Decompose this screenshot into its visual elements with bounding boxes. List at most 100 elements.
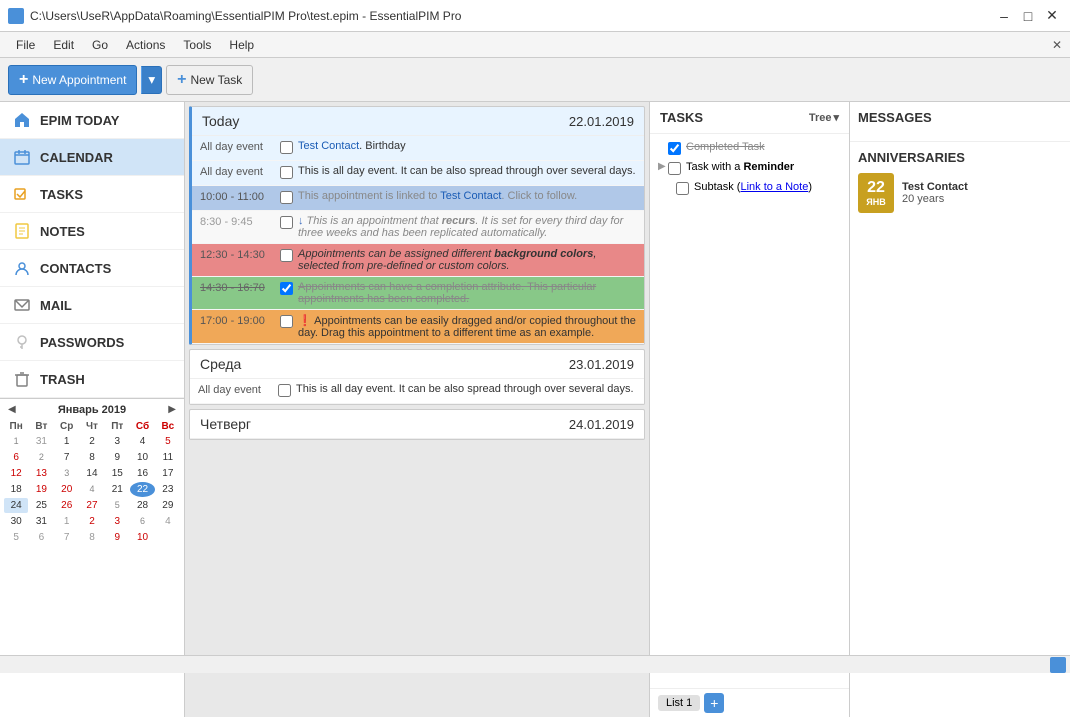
event-check-allday2[interactable] bbox=[280, 164, 298, 182]
mini-cal-day-jan1[interactable]: 1 bbox=[55, 434, 79, 449]
menu-tools[interactable]: Tools bbox=[175, 36, 219, 54]
menu-actions[interactable]: Actions bbox=[118, 36, 173, 54]
test-contact-link-birthday[interactable]: Test Contact bbox=[298, 140, 359, 152]
note-link[interactable]: Link to a Note bbox=[740, 181, 808, 193]
mini-cal-day-feb9[interactable]: 9 bbox=[105, 530, 129, 545]
event-check-bg[interactable] bbox=[280, 247, 298, 265]
event-linked[interactable]: 10:00 - 11:00 This appointment is linked… bbox=[192, 186, 644, 211]
mini-cal-day-jan22[interactable]: 22 bbox=[130, 482, 154, 497]
checkbox-linked[interactable] bbox=[280, 191, 293, 204]
mini-cal-day-jan2[interactable]: 2 bbox=[80, 434, 104, 449]
sidebar-item-notes[interactable]: NOTES bbox=[0, 213, 184, 250]
sidebar-item-passwords[interactable]: PASSWORDS bbox=[0, 324, 184, 361]
mini-cal-next[interactable]: ▶ bbox=[164, 403, 180, 416]
mini-cal-day-jan31[interactable]: 31 bbox=[29, 514, 53, 529]
mini-cal-day-jan24[interactable]: 24 bbox=[4, 498, 28, 513]
mini-cal-day-jan20[interactable]: 20 bbox=[55, 482, 79, 497]
mini-cal-day-feb5[interactable]: 5 bbox=[4, 530, 28, 545]
event-check-linked[interactable] bbox=[280, 189, 298, 207]
sidebar-item-contacts[interactable]: CONTACTS bbox=[0, 250, 184, 287]
maximize-button[interactable]: □ bbox=[1018, 6, 1038, 26]
mini-cal-day-jan16[interactable]: 16 bbox=[130, 466, 154, 481]
mini-cal-prev[interactable]: ◀ bbox=[4, 403, 20, 416]
task-reminder[interactable]: ▶ Task with a Reminder bbox=[650, 158, 849, 178]
minimize-button[interactable]: – bbox=[994, 6, 1014, 26]
menubar-close[interactable]: ✕ bbox=[1052, 38, 1062, 52]
mini-cal-day-jan6[interactable]: 6 bbox=[4, 450, 28, 465]
mini-cal-day-feb2[interactable]: 2 bbox=[80, 514, 104, 529]
mini-cal-day-jan5[interactable]: 5 bbox=[156, 434, 180, 449]
event-allday2[interactable]: All day event This is all day event. It … bbox=[192, 161, 644, 186]
mini-cal-day-jan12[interactable]: 12 bbox=[4, 466, 28, 481]
mini-cal-day-jan18[interactable]: 18 bbox=[4, 482, 28, 497]
checkbox-bg[interactable] bbox=[280, 249, 293, 262]
mini-cal-day-jan30[interactable]: 30 bbox=[4, 514, 28, 529]
add-list-button[interactable]: + bbox=[704, 693, 724, 713]
event-bg-colors[interactable]: 12:30 - 14:30 Appointments can be assign… bbox=[192, 244, 644, 277]
mini-cal-day-jan25[interactable]: 25 bbox=[29, 498, 53, 513]
mini-cal-day-jan27[interactable]: 27 bbox=[80, 498, 104, 513]
new-appointment-button[interactable]: + New Appointment bbox=[8, 65, 137, 95]
menu-go[interactable]: Go bbox=[84, 36, 116, 54]
mini-cal-day-feb3[interactable]: 3 bbox=[105, 514, 129, 529]
close-button[interactable]: ✕ bbox=[1042, 6, 1062, 26]
sidebar-item-trash[interactable]: TRASH bbox=[0, 361, 184, 398]
task-check-completed[interactable] bbox=[668, 142, 681, 155]
list-tab[interactable]: List 1 bbox=[658, 695, 700, 711]
new-task-button[interactable]: + New Task bbox=[166, 65, 253, 95]
mini-cal-day-jan7[interactable]: 7 bbox=[55, 450, 79, 465]
checkbox-recurring[interactable] bbox=[280, 216, 293, 229]
event-birthday[interactable]: All day event Test Contact. Birthday bbox=[192, 136, 644, 161]
sidebar-item-epim-today[interactable]: EPIM TODAY bbox=[0, 102, 184, 139]
mini-cal-day-feb8[interactable]: 8 bbox=[80, 530, 104, 545]
event-wed-allday[interactable]: All day event This is all day event. It … bbox=[190, 379, 644, 404]
mini-cal-day-jan9[interactable]: 9 bbox=[105, 450, 129, 465]
menu-edit[interactable]: Edit bbox=[45, 36, 82, 54]
event-check-recurring[interactable] bbox=[280, 214, 298, 232]
mini-cal-day-jan19[interactable]: 19 bbox=[29, 482, 53, 497]
mini-cal-day-jan14[interactable]: 14 bbox=[80, 466, 104, 481]
mini-cal-day-jan21[interactable]: 21 bbox=[105, 482, 129, 497]
event-completed[interactable]: 14:30 - 16:70 Appointments can have a co… bbox=[192, 277, 644, 310]
checkbox-completed[interactable] bbox=[280, 282, 293, 295]
checkbox-wed-allday[interactable] bbox=[278, 384, 291, 397]
tasks-tree-btn[interactable]: Tree ▾ bbox=[809, 111, 839, 124]
mini-cal-day-jan17[interactable]: 17 bbox=[156, 466, 180, 481]
mini-cal-day-jan13[interactable]: 13 bbox=[29, 466, 53, 481]
mini-cal-day-feb4[interactable]: 4 bbox=[156, 514, 180, 529]
menu-file[interactable]: File bbox=[8, 36, 43, 54]
test-contact-link-linked[interactable]: Test Contact bbox=[440, 190, 501, 202]
mini-cal-day-feb10[interactable]: 10 bbox=[130, 530, 154, 545]
mini-cal-day-feb6[interactable]: 6 bbox=[29, 530, 53, 545]
appointment-dropdown-button[interactable]: ▾ bbox=[141, 66, 162, 94]
task-subtask[interactable]: Subtask (Link to a Note) bbox=[650, 178, 849, 198]
mini-cal-day-jan10[interactable]: 10 bbox=[130, 450, 154, 465]
event-check-completed[interactable] bbox=[280, 280, 298, 298]
checkbox-allday1[interactable] bbox=[280, 141, 293, 154]
mini-cal-day-feb1[interactable]: 1 bbox=[55, 514, 79, 529]
mini-cal-day-jan15[interactable]: 15 bbox=[105, 466, 129, 481]
event-drag[interactable]: 17:00 - 19:00 ❗ Appointments can be easi… bbox=[192, 310, 644, 344]
mini-cal-day-jan29[interactable]: 29 bbox=[156, 498, 180, 513]
mini-cal-day-jan11[interactable]: 11 bbox=[156, 450, 180, 465]
task-check-reminder[interactable] bbox=[668, 162, 681, 175]
task-check-subtask[interactable] bbox=[676, 182, 689, 195]
menu-help[interactable]: Help bbox=[221, 36, 262, 54]
mini-cal-day-jan3[interactable]: 3 bbox=[105, 434, 129, 449]
sidebar-item-mail[interactable]: MAIL bbox=[0, 287, 184, 324]
task-expand-2[interactable]: ▶ bbox=[658, 161, 668, 172]
mini-cal-day-jan4[interactable]: 4 bbox=[130, 434, 154, 449]
checkbox-drag[interactable] bbox=[280, 315, 293, 328]
mini-cal-day-dec31[interactable]: 31 bbox=[29, 434, 53, 449]
sidebar-item-tasks[interactable]: TASKS bbox=[0, 176, 184, 213]
sidebar-item-calendar[interactable]: CALENDAR bbox=[0, 139, 184, 176]
event-check-allday1[interactable] bbox=[280, 139, 298, 157]
event-check-wed-allday[interactable] bbox=[278, 382, 296, 400]
checkbox-allday2[interactable] bbox=[280, 166, 293, 179]
task-completed[interactable]: Completed Task bbox=[650, 138, 849, 158]
mini-cal-day-feb7[interactable]: 7 bbox=[55, 530, 79, 545]
mini-cal-day-jan26[interactable]: 26 bbox=[55, 498, 79, 513]
mini-cal-day-jan28[interactable]: 28 bbox=[130, 498, 154, 513]
event-recurring[interactable]: 8:30 - 9:45 ↓ This is an appointment tha… bbox=[192, 211, 644, 244]
mini-cal-day-jan23[interactable]: 23 bbox=[156, 482, 180, 497]
